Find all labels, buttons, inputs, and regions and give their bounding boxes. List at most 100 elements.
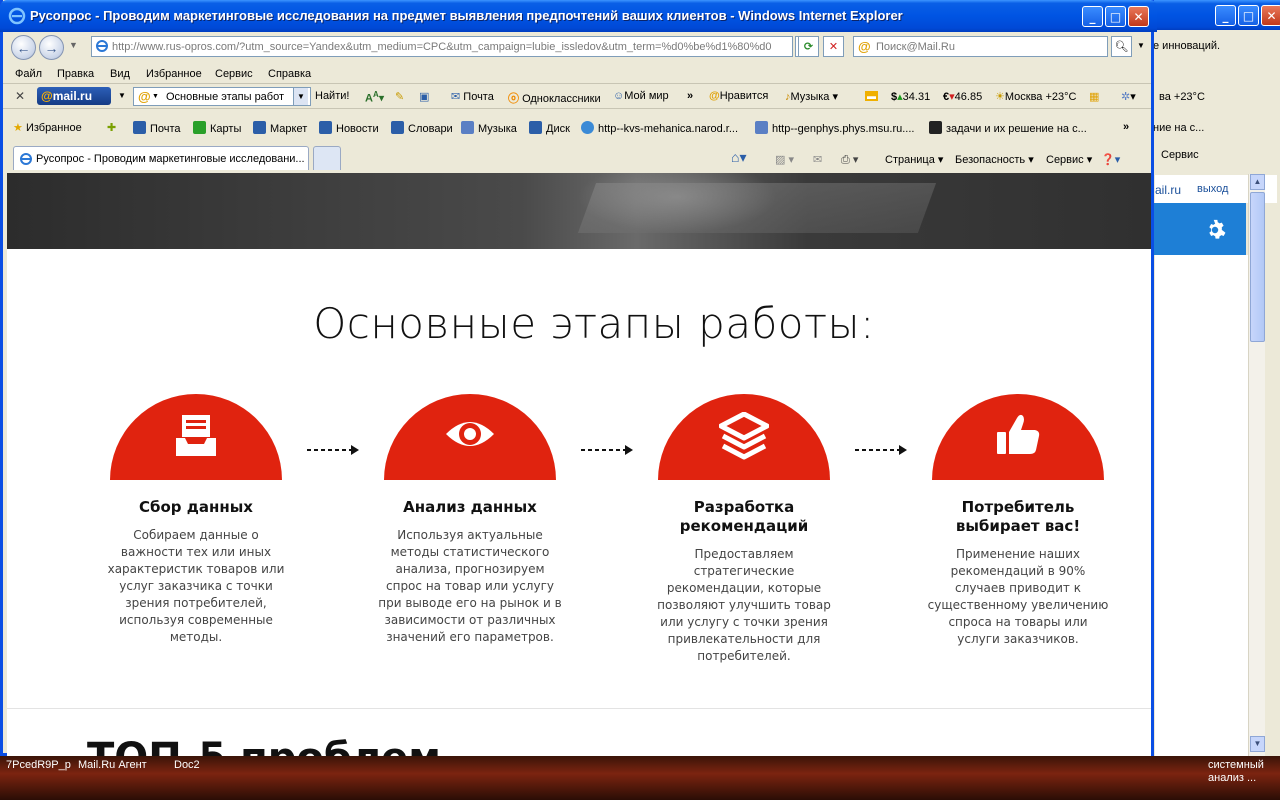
- bg-logout-link[interactable]: выход: [1197, 183, 1228, 195]
- settings-icon[interactable]: ✲▾: [1121, 90, 1136, 103]
- help-icon[interactable]: ❓▾: [1101, 153, 1120, 166]
- like-link[interactable]: @Нравится: [709, 90, 768, 102]
- scroll-thumb[interactable]: [1250, 192, 1265, 342]
- maximize-button[interactable]: □: [1105, 6, 1126, 27]
- menu-bar: Файл Правка Вид Избранное Сервис Справка: [3, 64, 1151, 84]
- menu-view[interactable]: Вид: [110, 68, 130, 80]
- mail-link[interactable]: ✉ Почта: [451, 90, 494, 103]
- bg-minimize-button[interactable]: _: [1215, 5, 1236, 26]
- taskbar-item[interactable]: системный анализ ...: [1208, 759, 1268, 785]
- at-icon: @: [709, 90, 720, 102]
- scroll-down-arrow[interactable]: ▼: [1250, 736, 1265, 752]
- rss-icon[interactable]: ▨ ▾: [775, 153, 794, 166]
- close-toolbar-icon[interactable]: ✕: [15, 89, 25, 103]
- step-title: Анализ данных: [403, 498, 537, 516]
- taskbar-item[interactable]: 7PcedR9P_p: [6, 759, 71, 771]
- bg-mail-tail: ail.ru: [1155, 183, 1182, 197]
- logo-dropdown-icon[interactable]: ▼: [118, 91, 126, 100]
- url-field[interactable]: http://www.rus-opros.com/?utm_source=Yan…: [91, 36, 793, 57]
- hero-image: [7, 173, 1151, 249]
- search-history-dropdown[interactable]: ▼: [293, 88, 308, 105]
- fav-disk[interactable]: Диск: [529, 121, 570, 135]
- scroll-up-arrow[interactable]: ▲: [1250, 174, 1265, 190]
- menu-tools[interactable]: Сервис: [215, 68, 253, 80]
- gear-icon[interactable]: [1204, 219, 1226, 241]
- step-badge: [658, 394, 830, 480]
- find-button[interactable]: Найти!: [315, 90, 349, 102]
- star-icon: ★: [13, 122, 23, 134]
- add-favorite-icon[interactable]: ✚: [107, 121, 116, 134]
- fav-maps[interactable]: Карты: [193, 121, 241, 135]
- apps-icon[interactable]: ▦: [1089, 90, 1099, 103]
- page-viewport[interactable]: Основные этапы работы: Сбор данных Собир…: [7, 173, 1151, 756]
- news-icon[interactable]: ▬: [865, 90, 878, 102]
- mailru-logo[interactable]: @mail.ru: [37, 87, 111, 105]
- taskbar-item[interactable]: Mail.Ru Агент: [78, 759, 147, 771]
- mailru-search-input[interactable]: @ ▼ Основные этапы работ ▼: [133, 87, 311, 106]
- menu-favorites[interactable]: Избранное: [146, 68, 202, 80]
- arrow-right-icon: [581, 445, 633, 455]
- highlighter-icon[interactable]: ✎: [395, 90, 404, 103]
- close-button[interactable]: ✕: [1128, 6, 1149, 27]
- step-description: Применение наших рекомендаций в 90% случ…: [927, 547, 1109, 646]
- weather-widget[interactable]: ☀Москва +23°C: [995, 90, 1077, 103]
- fav-kvs[interactable]: http--kvs-mehanica.narod.r...: [581, 121, 738, 135]
- stop-button[interactable]: ✕: [823, 36, 844, 57]
- search-dropdown-icon[interactable]: ▼: [1137, 41, 1145, 50]
- title-bar[interactable]: Русопрос - Проводим маркетинговые исслед…: [0, 0, 1157, 32]
- bg-service-menu[interactable]: Сервис: [1161, 149, 1199, 161]
- browser-window: Русопрос - Проводим маркетинговые исслед…: [0, 0, 1157, 756]
- moy-mir-link[interactable]: ☺Мой мир: [613, 90, 669, 102]
- refresh-button[interactable]: ⟳: [798, 36, 819, 57]
- menu-help[interactable]: Справка: [268, 68, 311, 80]
- home-icon[interactable]: ⌂▾: [731, 149, 746, 166]
- tools-menu[interactable]: Сервис ▾: [1046, 153, 1092, 166]
- favorites-button[interactable]: ★ Избранное: [13, 121, 82, 134]
- mailru-toolbar: ✕ @mail.ru ▼ @ ▼ Основные этапы работ ▼ …: [3, 84, 1151, 109]
- minimize-button[interactable]: _: [1082, 6, 1103, 27]
- music-icon: [461, 121, 474, 134]
- video-icon: [929, 121, 942, 134]
- zoom-icon[interactable]: ▣: [419, 90, 429, 103]
- fav-market[interactable]: Маркет: [253, 121, 307, 135]
- ie-page-icon: [581, 121, 594, 134]
- envelope-icon: ✉: [451, 91, 461, 103]
- music-link[interactable]: ♪Музыка ▾: [785, 90, 838, 103]
- background-titlebar: _ □ ✕: [1151, 0, 1280, 30]
- fav-news[interactable]: Новости: [319, 121, 379, 135]
- odnoklassniki-link[interactable]: ⓞ Одноклассники: [508, 90, 601, 106]
- bg-scrollbar[interactable]: ▲ ▼: [1248, 174, 1265, 756]
- overflow-chevron-icon[interactable]: »: [687, 90, 693, 102]
- menu-file[interactable]: Файл: [15, 68, 42, 80]
- page-menu[interactable]: Страница ▾: [885, 153, 943, 166]
- mail-command-icon[interactable]: ✉: [813, 153, 822, 166]
- fav-genphys[interactable]: http--genphys.phys.msu.ru....: [755, 121, 914, 135]
- fav-dictionaries[interactable]: Словари: [391, 121, 453, 135]
- search-input[interactable]: @ Поиск@Mail.Ru: [853, 36, 1108, 57]
- font-size-icon[interactable]: AA▾: [365, 90, 384, 105]
- step-badge: [932, 394, 1104, 480]
- new-tab-button[interactable]: [313, 146, 341, 170]
- back-button[interactable]: ←: [11, 35, 36, 60]
- page-heading: Основные этапы работы:: [313, 299, 875, 348]
- menu-edit[interactable]: Правка: [57, 68, 94, 80]
- history-dropdown-icon[interactable]: ▼: [69, 40, 78, 50]
- favorites-bar: ★ Избранное ✚ Почта Карты Маркет Новости…: [3, 113, 1151, 141]
- market-icon: [253, 121, 266, 134]
- safety-menu[interactable]: Безопасность ▾: [955, 153, 1034, 166]
- print-icon[interactable]: ⎙ ▾: [841, 153, 858, 167]
- favbar-overflow-icon[interactable]: »: [1123, 121, 1129, 133]
- bg-close-button[interactable]: ✕: [1261, 5, 1280, 26]
- fav-mail[interactable]: Почта: [133, 121, 181, 135]
- people-icon: ☺: [613, 90, 625, 102]
- bg-maximize-button[interactable]: □: [1238, 5, 1259, 26]
- step-title: Сбор данных: [139, 498, 253, 516]
- tab-active[interactable]: Русопрос - Проводим маркетинговые исслед…: [13, 146, 309, 170]
- fav-problems[interactable]: задачи и их решение на с...: [929, 121, 1087, 135]
- search-button[interactable]: 🔍︎: [1111, 36, 1132, 57]
- fav-music[interactable]: Музыка: [461, 121, 517, 135]
- forward-button[interactable]: →: [39, 35, 64, 60]
- bg-address-tail: е инноваций.: [1153, 40, 1221, 52]
- taskbar-item[interactable]: Doc2: [174, 759, 200, 771]
- step-description: Предоставляем стратегические рекомендаци…: [657, 547, 831, 663]
